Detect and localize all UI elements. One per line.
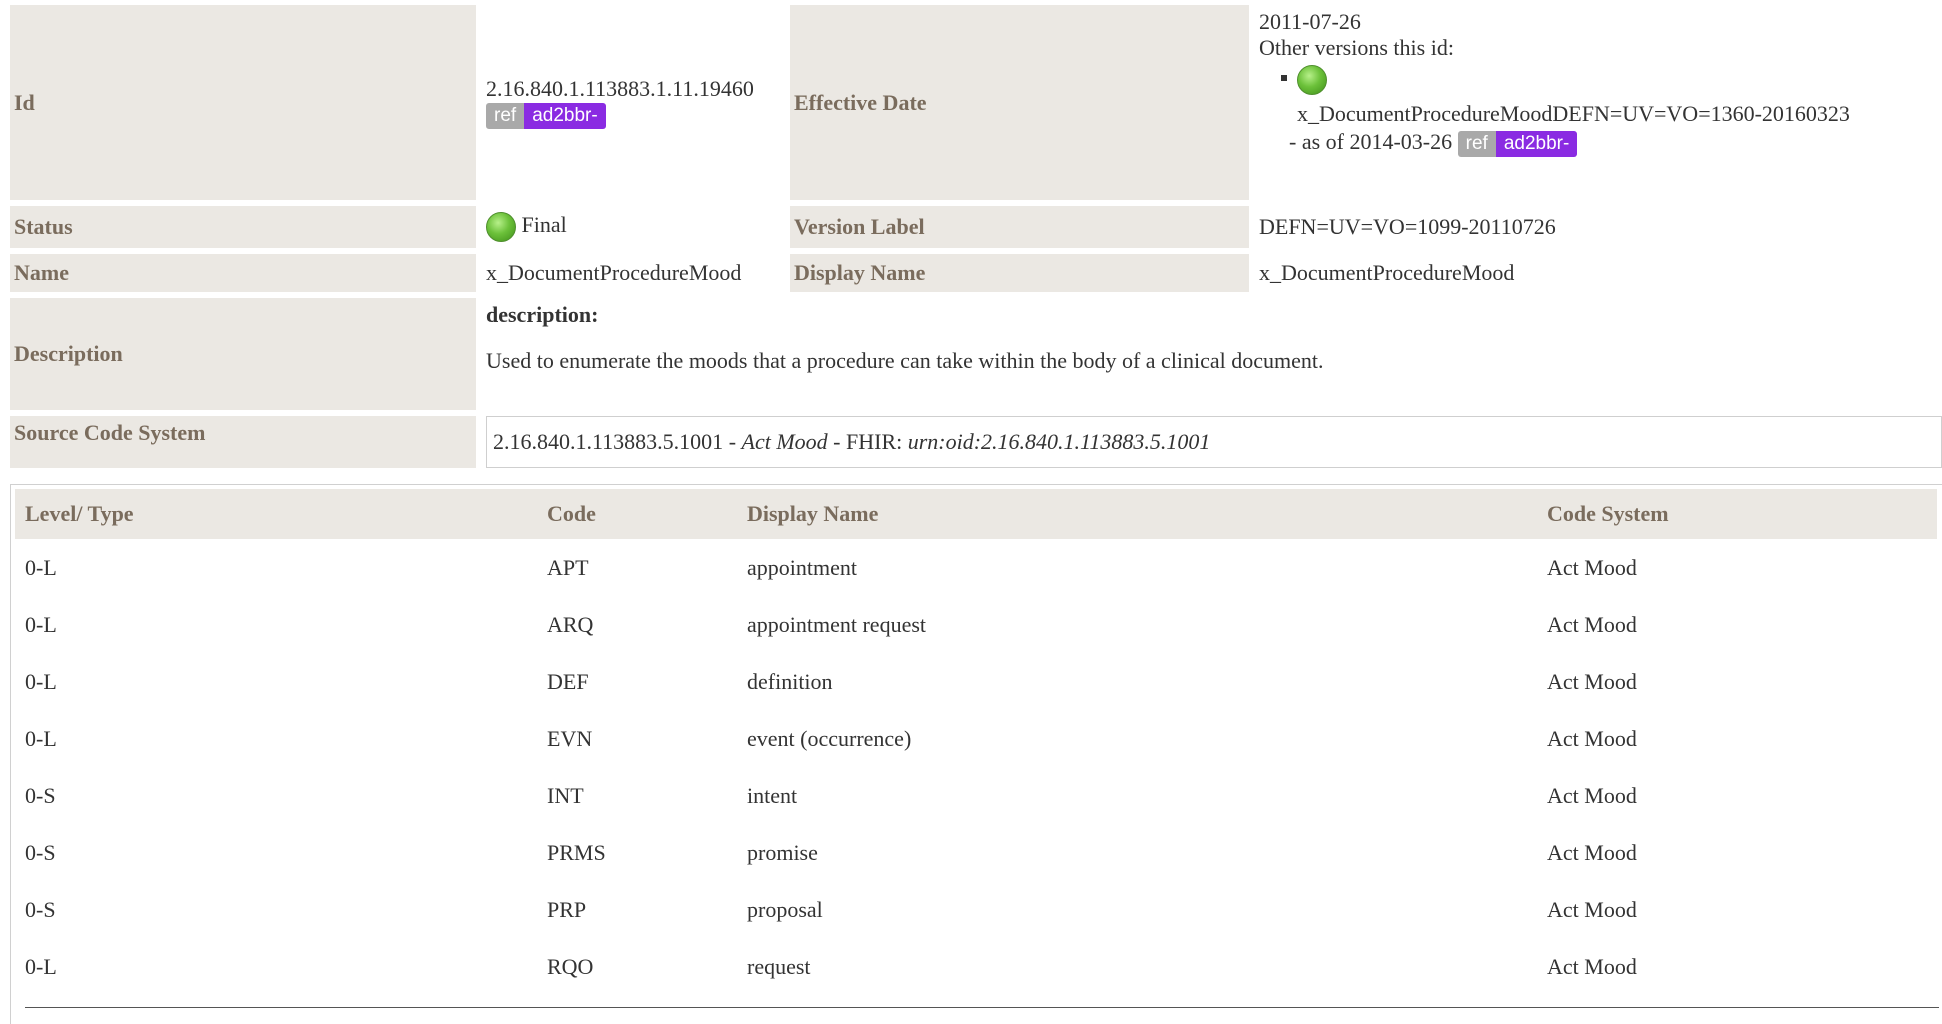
display-name-cell: proposal — [747, 896, 823, 922]
effective-date-value: 2011-07-26 — [1259, 9, 1361, 34]
code-system-cell: Act Mood — [1547, 782, 1637, 808]
code-cell: INT — [547, 782, 584, 808]
other-versions-label: Other versions this id: — [1259, 35, 1454, 60]
ref-badge-repo: ad2bbr- — [524, 103, 606, 130]
ref-badge-repo: ad2bbr- — [1495, 130, 1578, 157]
column-header-code[interactable]: Code — [537, 489, 737, 539]
level-type-cell: 0-S — [25, 839, 56, 865]
display-name-cell: intent — [747, 782, 798, 808]
column-header-code-system[interactable]: Code System — [1537, 489, 1937, 539]
bullet-icon — [1281, 75, 1287, 81]
version-label-value: DEFN=UV=VO=1099-20110726 — [1255, 206, 1942, 254]
source-code-system-box: 2.16.840.1.113883.5.1001 - Act Mood - FH… — [486, 416, 1942, 468]
code-cell: EVN — [547, 725, 593, 751]
table-row: 0-L APT appointment Act Mood — [15, 539, 1937, 596]
display-name-cell: appointment request — [747, 611, 927, 637]
divider — [25, 1007, 1939, 1008]
display-name-cell: definition — [747, 668, 833, 694]
version-label-label: Version Label — [790, 206, 1255, 254]
id-value: 2.16.840.1.113883.1.11.19460 — [486, 75, 754, 101]
source-sep-fhir: - FHIR: — [827, 429, 908, 454]
status-value: Final — [521, 212, 567, 238]
level-type-cell: 0-L — [25, 611, 57, 637]
other-version-asof-row: - as of 2014-03-26 ref ad2bbr- — [1259, 129, 1942, 157]
concept-table-header: Level/ Type Code Display Name Code Syste… — [15, 489, 1937, 539]
table-row: 0-S PRP proposal Act Mood — [15, 881, 1937, 938]
concept-table: Level/ Type Code Display Name Code Syste… — [15, 489, 1937, 995]
code-system-cell: Act Mood — [1547, 839, 1637, 865]
code-cell: ARQ — [547, 611, 594, 637]
status-final-icon — [1297, 65, 1327, 95]
code-system-cell: Act Mood — [1547, 896, 1637, 922]
name-value: x_DocumentProcedureMood — [482, 254, 790, 298]
level-type-cell: 0-L — [25, 668, 57, 694]
source-oid: 2.16.840.1.113883.5.1001 — [493, 429, 724, 454]
display-name-cell: request — [747, 953, 811, 979]
table-row: 0-L RQO request Act Mood — [15, 938, 1937, 995]
display-name-label: Display Name — [790, 254, 1255, 298]
status-final-icon — [486, 212, 516, 242]
level-type-cell: 0-L — [25, 953, 57, 979]
level-type-cell: 0-S — [25, 896, 56, 922]
id-label: Id — [10, 5, 482, 206]
code-system-cell: Act Mood — [1547, 953, 1637, 979]
table-row: 0-L DEF definition Act Mood — [15, 653, 1937, 710]
table-row: 0-L EVN event (occurrence) Act Mood — [15, 710, 1937, 767]
display-name-cell: appointment — [747, 554, 857, 580]
description-heading: description: — [486, 302, 599, 327]
level-type-cell: 0-L — [25, 554, 57, 580]
display-name-cell: promise — [747, 839, 818, 865]
status-cell: Final — [482, 206, 790, 254]
source-code-system-cell: 2.16.840.1.113883.5.1001 - Act Mood - FH… — [482, 416, 1942, 474]
source-sep: - — [723, 429, 742, 454]
other-versions-list: x_DocumentProcedureMoodDEFN=UV=VO=1360-2… — [1259, 61, 1942, 127]
valueset-meta: Id 2.16.840.1.113883.1.11.19460 ref ad2bb… — [10, 5, 1942, 474]
code-cell: PRMS — [547, 839, 606, 865]
other-version-link[interactable]: x_DocumentProcedureMoodDEFN=UV=VO=1360-2… — [1297, 101, 1942, 127]
description-cell: description: Used to enumerate the moods… — [482, 298, 1942, 416]
other-version-item: x_DocumentProcedureMoodDEFN=UV=VO=1360-2… — [1259, 61, 1942, 127]
status-label: Status — [10, 206, 482, 254]
other-version-asof: - as of 2014-03-26 — [1289, 129, 1453, 154]
id-cell: 2.16.840.1.113883.1.11.19460 ref ad2bbr- — [482, 5, 790, 206]
meta-table: Id 2.16.840.1.113883.1.11.19460 ref ad2bb… — [10, 5, 1942, 474]
column-header-level-type[interactable]: Level/ Type — [15, 489, 537, 539]
effective-date-cell: 2011-07-26 Other versions this id: x_Doc… — [1255, 5, 1942, 206]
code-cell: APT — [547, 554, 589, 580]
code-system-cell: Act Mood — [1547, 554, 1637, 580]
concept-list: Level/ Type Code Display Name Code Syste… — [10, 484, 1942, 1024]
table-row: 0-L ARQ appointment request Act Mood — [15, 596, 1937, 653]
ref-badge[interactable]: ref ad2bbr- — [486, 103, 606, 130]
table-row: 0-S INT intent Act Mood — [15, 767, 1937, 824]
name-label: Name — [10, 254, 482, 298]
code-cell: DEF — [547, 668, 589, 694]
other-version-ref-badge[interactable]: ref ad2bbr- — [1457, 130, 1578, 157]
code-system-cell: Act Mood — [1547, 725, 1637, 751]
level-type-cell: 0-L — [25, 725, 57, 751]
effective-date-label: Effective Date — [790, 5, 1255, 206]
source-uri: urn:oid:2.16.840.1.113883.5.1001 — [907, 429, 1211, 454]
code-system-cell: Act Mood — [1547, 611, 1637, 637]
code-cell: PRP — [547, 896, 587, 922]
ref-badge-label: ref — [1457, 130, 1496, 157]
display-name-value: x_DocumentProcedureMood — [1255, 254, 1942, 298]
code-cell: RQO — [547, 953, 594, 979]
description-label: Description — [10, 298, 482, 416]
level-type-cell: 0-S — [25, 782, 56, 808]
source-code-system-label: Source Code System — [10, 416, 482, 474]
description-text: Used to enumerate the moods that a proce… — [486, 348, 1324, 373]
code-system-cell: Act Mood — [1547, 668, 1637, 694]
ref-badge-label: ref — [486, 103, 525, 130]
column-header-display-name[interactable]: Display Name — [737, 489, 1537, 539]
table-row: 0-S PRMS promise Act Mood — [15, 824, 1937, 881]
display-name-cell: event (occurrence) — [747, 725, 912, 751]
source-name: Act Mood — [741, 429, 828, 454]
